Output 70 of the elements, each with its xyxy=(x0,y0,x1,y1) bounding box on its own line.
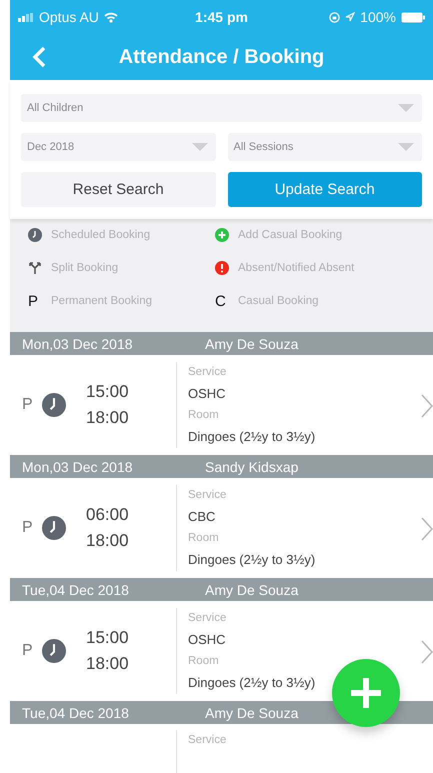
booking-date: Tue,04 Dec 2018 xyxy=(21,582,130,598)
room-label: Room xyxy=(188,532,220,544)
legend-label: Add Casual Booking xyxy=(238,229,342,241)
end-time: 18:00 xyxy=(86,654,129,674)
room-name: Dingoes (2½y to 3½y) xyxy=(188,429,316,444)
month-dropdown[interactable]: Dec 2018 xyxy=(21,133,216,161)
end-time: 18:00 xyxy=(86,408,129,428)
rotation-lock-icon xyxy=(329,12,340,22)
child-name: Amy De Souza xyxy=(205,704,298,720)
start-time: 06:00 xyxy=(86,505,129,525)
room-name: Dingoes (2½y to 3½y) xyxy=(188,675,316,690)
legend-label: Casual Booking xyxy=(238,295,319,307)
start-time: 15:00 xyxy=(86,628,129,648)
dropdown-caret-icon xyxy=(398,143,414,151)
legend-label: Split Booking xyxy=(51,262,118,274)
chevron-right-icon xyxy=(421,640,433,664)
service-label: Service xyxy=(188,612,228,624)
service-label: Service xyxy=(188,734,226,746)
legend-label: Permanent Booking xyxy=(51,295,152,307)
booking-type-letter: P xyxy=(22,396,32,414)
wifi-icon xyxy=(104,12,118,22)
service-name: OSHC xyxy=(188,386,227,401)
booking-type-letter: P xyxy=(22,519,32,537)
signal-icon xyxy=(18,12,34,22)
room-label: Room xyxy=(188,409,220,421)
booking-date: Mon,03 Dec 2018 xyxy=(21,458,134,474)
clock-icon xyxy=(42,516,66,540)
dropdown-caret-icon xyxy=(192,143,208,151)
children-dropdown[interactable]: All Children xyxy=(21,94,422,122)
legend-label: Absent/Notified Absent xyxy=(238,262,354,274)
clock-icon xyxy=(42,639,66,663)
service-name: OSHC xyxy=(188,632,227,647)
back-icon[interactable] xyxy=(32,46,46,68)
room-name: Dingoes (2½y to 3½y) xyxy=(188,552,316,567)
child-name: Amy De Souza xyxy=(205,582,298,598)
clock-icon xyxy=(42,393,66,417)
battery-icon xyxy=(400,12,425,22)
service-label: Service xyxy=(188,366,228,378)
chevron-right-icon xyxy=(421,517,433,541)
child-name: Amy De Souza xyxy=(205,336,298,352)
booking-date: Mon,03 Dec 2018 xyxy=(21,336,134,352)
legend-label: Scheduled Booking xyxy=(51,229,150,241)
reset-search-button[interactable]: Reset Search xyxy=(21,172,216,207)
chevron-right-icon xyxy=(421,394,433,418)
update-search-button[interactable]: Update Search xyxy=(228,172,422,207)
start-time: 15:00 xyxy=(86,382,129,402)
child-name: Sandy Kidsxap xyxy=(205,458,298,474)
location-icon xyxy=(345,12,356,22)
split-arrows-icon xyxy=(28,261,42,275)
service-name: CBC xyxy=(188,509,216,524)
dropdown-caret-icon xyxy=(398,104,414,112)
end-time: 18:00 xyxy=(86,531,129,551)
booking-card[interactable]: P 06:00 18:00 Service CBC Room Dingoes (2½y to 3½y) xyxy=(10,478,433,578)
booking-type-letter: P xyxy=(22,642,32,660)
booking-type-letter: C xyxy=(215,292,227,310)
carrier-name: Optus AU xyxy=(39,9,99,25)
alert-icon xyxy=(215,261,229,275)
booking-date: Tue,04 Dec 2018 xyxy=(21,704,130,720)
room-label: Room xyxy=(188,655,220,667)
battery-percent: 100% xyxy=(360,9,396,25)
plus-icon xyxy=(349,676,383,710)
booking-card[interactable]: Service xyxy=(10,724,433,773)
clock-time: 1:45 pm xyxy=(195,9,248,25)
sessions-dropdown[interactable]: All Sessions xyxy=(228,133,422,161)
page-title: Attendance / Booking xyxy=(118,46,326,68)
clock-icon xyxy=(28,228,42,242)
booking-type-letter: P xyxy=(28,292,40,310)
plus-icon xyxy=(215,228,229,242)
booking-card[interactable]: P 15:00 18:00 Service OSHC Room Dingoes (2½y to 3½y) xyxy=(10,355,433,455)
service-label: Service xyxy=(188,489,228,501)
